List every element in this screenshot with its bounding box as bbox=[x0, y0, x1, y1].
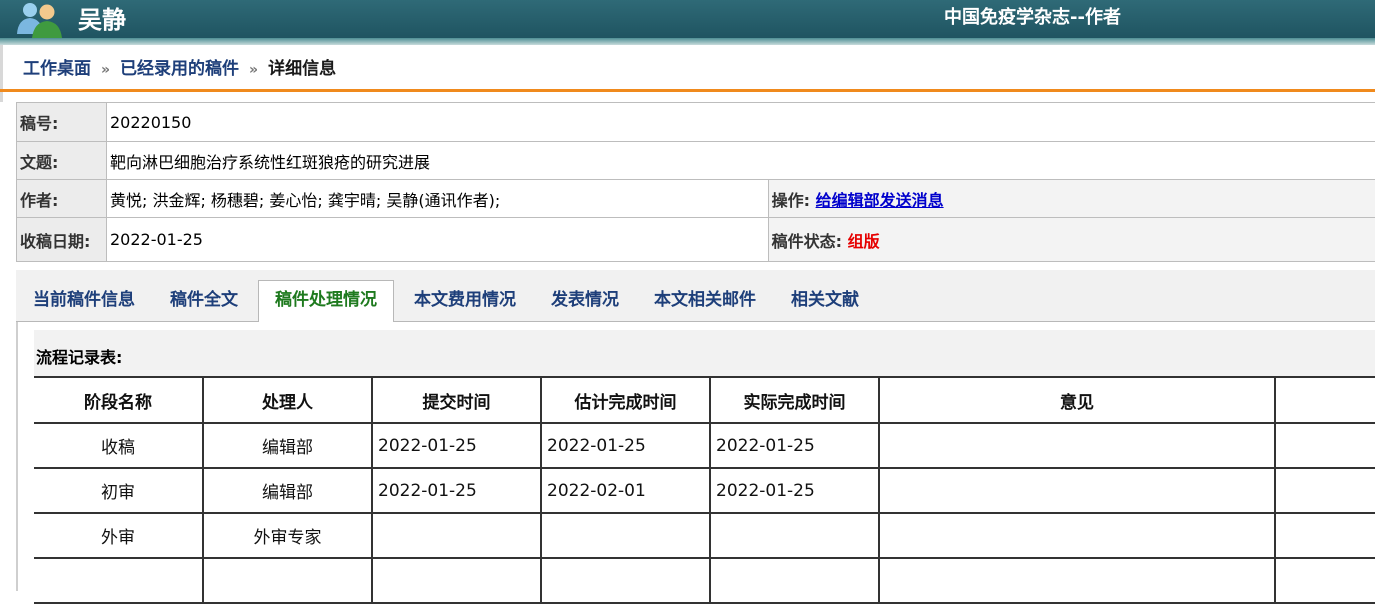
status-cell: 稿件状态: 组版 bbox=[767, 217, 1375, 262]
spacer bbox=[0, 92, 1375, 102]
breadcrumb-separator: » bbox=[249, 62, 259, 78]
tab-bar: 当前稿件信息 稿件全文 稿件处理情况 本文费用情况 发表情况 本文相关邮件 相关… bbox=[16, 270, 1375, 322]
estimated-time-cell: 2022-01-25 bbox=[541, 423, 711, 469]
action-label: 操作: bbox=[771, 190, 810, 210]
submit-time-cell: 2022-01-25 bbox=[372, 468, 542, 514]
journal-title: 中国免疫学杂志--作者 bbox=[944, 7, 1121, 28]
column-header bbox=[1275, 376, 1375, 424]
breadcrumb-current: 详细信息 bbox=[268, 59, 337, 79]
header-divider bbox=[0, 38, 1375, 45]
tab-related-literature[interactable]: 相关文献 bbox=[791, 285, 859, 321]
breadcrumb-home-link[interactable]: 工作桌面 bbox=[23, 59, 91, 79]
send-message-link[interactable]: 给编辑部发送消息 bbox=[816, 191, 944, 210]
actual-time-cell bbox=[710, 558, 880, 604]
estimated-time-cell bbox=[541, 558, 711, 604]
stage-name-cell: 外审 bbox=[34, 513, 204, 559]
stage-name-cell: 收稿 bbox=[34, 423, 204, 469]
column-header: 提交时间 bbox=[372, 376, 542, 424]
authors-value: 黄悦; 洪金辉; 杨穗碧; 姜心怡; 龚宇晴; 吴静(通讯作者); bbox=[105, 179, 769, 218]
breadcrumb-accepted-link[interactable]: 已经录用的稿件 bbox=[120, 59, 239, 79]
handler-cell: 编辑部 bbox=[203, 468, 373, 514]
tab-publication[interactable]: 发表情况 bbox=[551, 285, 619, 321]
manuscript-id-value: 20220150 bbox=[105, 102, 1375, 142]
manuscript-id-label: 稿号: bbox=[16, 102, 107, 142]
table-row: 初审 编辑部 2022-01-25 2022-02-01 2022-01-25 bbox=[34, 468, 1375, 514]
manuscript-title-value: 靶向淋巴细胞治疗系统性红斑狼疮的研究进展 bbox=[105, 141, 1375, 180]
users-icon bbox=[17, 3, 62, 38]
submit-time-cell: 2022-01-25 bbox=[372, 423, 542, 469]
tab-processing-status[interactable]: 稿件处理情况 bbox=[258, 280, 394, 322]
actual-time-cell: 2022-01-25 bbox=[710, 468, 880, 514]
tab-related-emails[interactable]: 本文相关邮件 bbox=[654, 285, 756, 321]
manuscript-title-label: 文题: bbox=[16, 141, 107, 180]
authors-label: 作者: bbox=[16, 179, 107, 218]
user-name: 吴静 bbox=[78, 6, 126, 34]
tab-full-text[interactable]: 稿件全文 bbox=[170, 285, 238, 321]
column-header: 处理人 bbox=[203, 376, 373, 424]
estimated-time-cell bbox=[541, 513, 711, 559]
manuscript-info-table: 稿号: 20220150 文题: 靶向淋巴细胞治疗系统性红斑狼疮的研究进展 作者… bbox=[16, 102, 1375, 262]
flow-title: 流程记录表: bbox=[36, 348, 123, 367]
received-date-value: 2022-01-25 bbox=[105, 217, 769, 262]
table-row: 外审 外审专家 bbox=[34, 513, 1375, 559]
action-cell: 操作: 给编辑部发送消息 bbox=[767, 179, 1375, 218]
breadcrumb: 工作桌面 » 已经录用的稿件 » 详细信息 bbox=[0, 45, 1375, 91]
flow-title-bar: 流程记录表: bbox=[34, 330, 1375, 376]
table-row bbox=[34, 558, 1375, 604]
extra-cell bbox=[1275, 468, 1375, 514]
table-row: 收稿 编辑部 2022-01-25 2022-01-25 2022-01-25 bbox=[34, 423, 1375, 469]
column-header: 估计完成时间 bbox=[541, 376, 711, 424]
breadcrumb-separator: » bbox=[101, 62, 111, 78]
handler-cell: 外审专家 bbox=[203, 513, 373, 559]
estimated-time-cell: 2022-02-01 bbox=[541, 468, 711, 514]
extra-cell bbox=[1275, 423, 1375, 469]
opinion-cell bbox=[879, 558, 1276, 604]
processing-panel: 流程记录表: 阶段名称 处理人 提交时间 估计完成时间 实际完成时间 意见 收稿… bbox=[16, 322, 1375, 604]
top-header-bar: 吴静 中国免疫学杂志--作者 bbox=[0, 0, 1375, 38]
column-header: 意见 bbox=[879, 376, 1276, 424]
tab-fees[interactable]: 本文费用情况 bbox=[414, 285, 516, 321]
stage-name-cell bbox=[34, 558, 204, 604]
actual-time-cell: 2022-01-25 bbox=[710, 423, 880, 469]
flow-record-table: 阶段名称 处理人 提交时间 估计完成时间 实际完成时间 意见 收稿 编辑部 20… bbox=[34, 376, 1375, 604]
column-header: 阶段名称 bbox=[34, 376, 204, 424]
status-value: 组版 bbox=[847, 231, 880, 251]
handler-cell: 编辑部 bbox=[203, 423, 373, 469]
status-label: 稿件状态: bbox=[771, 231, 842, 251]
extra-cell bbox=[1275, 558, 1375, 604]
column-header: 实际完成时间 bbox=[710, 376, 880, 424]
submit-time-cell bbox=[372, 558, 542, 604]
opinion-cell bbox=[879, 423, 1276, 469]
received-date-label: 收稿日期: bbox=[16, 217, 107, 262]
stage-name-cell: 初审 bbox=[34, 468, 204, 514]
extra-cell bbox=[1275, 513, 1375, 559]
handler-cell bbox=[203, 558, 373, 604]
opinion-cell bbox=[879, 468, 1276, 514]
tab-current-info[interactable]: 当前稿件信息 bbox=[33, 285, 135, 321]
actual-time-cell bbox=[710, 513, 880, 559]
submit-time-cell bbox=[372, 513, 542, 559]
opinion-cell bbox=[879, 513, 1276, 559]
